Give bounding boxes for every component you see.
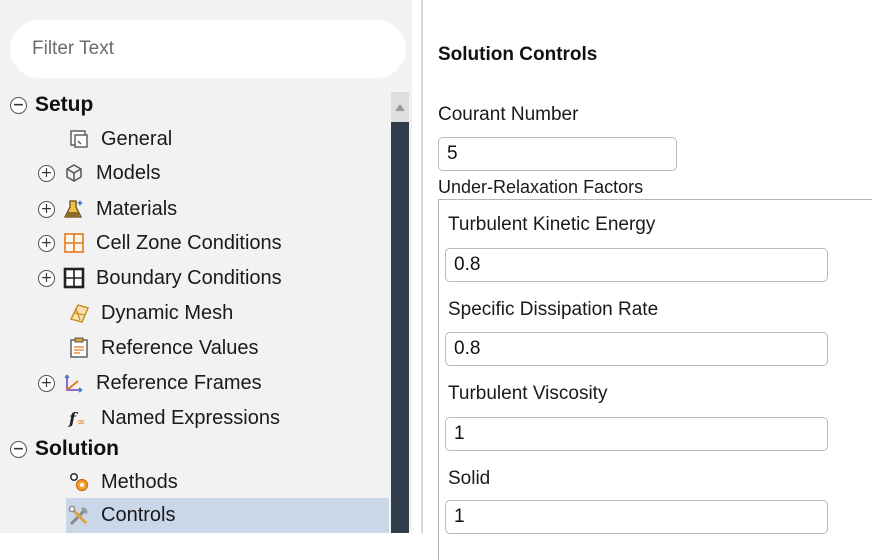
tree-item-named-expressions[interactable]: f ∞ Named Expressions	[68, 401, 280, 435]
tree-item-models[interactable]: + Models	[38, 156, 160, 190]
solid-field[interactable]	[445, 500, 828, 534]
tree-item-boundary-conditions[interactable]: + Boundary Conditions	[38, 261, 282, 295]
tree-item-general[interactable]: General	[68, 122, 172, 156]
expand-icon[interactable]: +	[38, 164, 55, 182]
tree-item-dynamic-mesh[interactable]: Dynamic Mesh	[68, 296, 233, 330]
cell-zone-icon	[63, 232, 85, 254]
tree-item-label: Methods	[101, 470, 178, 493]
under-relaxation-factors-label: Under-Relaxation Factors	[438, 177, 644, 197]
tree-item-label: Named Expressions	[101, 406, 280, 429]
solution-controls-panel: Solution Controls Courant Number Under-R…	[424, 0, 872, 560]
tree-section-label: Solution	[35, 437, 119, 460]
specific-dissipation-rate-field[interactable]	[445, 332, 828, 366]
filter-text-input[interactable]	[10, 20, 406, 78]
general-icon	[68, 128, 90, 150]
turbulent-kinetic-energy-field[interactable]	[445, 248, 828, 282]
tree-item-cell-zone-conditions[interactable]: + Cell Zone Conditions	[38, 226, 282, 260]
scroll-up-icon	[395, 103, 405, 111]
tree-item-label: Controls	[101, 504, 176, 526]
courant-number-field[interactable]	[438, 137, 677, 171]
svg-text:∞: ∞	[77, 417, 85, 428]
collapse-icon[interactable]: −	[10, 96, 27, 114]
expand-icon[interactable]: +	[38, 374, 55, 392]
tree-section-solution[interactable]: − Solution	[10, 432, 119, 466]
turbulent-kinetic-energy-label: Turbulent Kinetic Energy	[448, 214, 656, 235]
methods-icon	[68, 471, 90, 493]
expand-icon[interactable]: +	[38, 269, 55, 287]
courant-number-label: Courant Number	[438, 104, 579, 125]
tree-item-materials[interactable]: + Materials	[38, 192, 177, 226]
models-icon	[63, 162, 85, 184]
reference-values-icon	[68, 337, 90, 359]
tree-section-label: Setup	[35, 93, 94, 116]
tree-section-setup[interactable]: − Setup	[10, 88, 93, 122]
tree-item-reference-values[interactable]: Reference Values	[68, 331, 259, 365]
boundary-icon	[63, 267, 85, 289]
tree-item-label: Dynamic Mesh	[101, 301, 234, 324]
reference-frames-icon	[63, 372, 85, 394]
turbulent-viscosity-field[interactable]	[445, 417, 828, 451]
dynamic-mesh-icon	[68, 302, 90, 324]
expand-icon[interactable]: +	[38, 234, 55, 252]
tree-item-label: Reference Values	[101, 336, 259, 359]
scroll-up-arrow[interactable]	[391, 92, 409, 122]
collapse-icon[interactable]: −	[10, 440, 27, 458]
panel-divider[interactable]	[421, 0, 423, 533]
tree-item-label: Materials	[96, 197, 178, 220]
named-expressions-icon: f ∞	[68, 407, 90, 429]
tree-item-label: Cell Zone Conditions	[96, 231, 282, 254]
tree-item-label: Models	[96, 161, 161, 184]
tree-item-label: Reference Frames	[96, 371, 262, 394]
tree-item-methods[interactable]: Methods	[68, 465, 178, 499]
turbulent-viscosity-label: Turbulent Viscosity	[448, 383, 608, 404]
scrollbar-thumb[interactable]	[391, 122, 409, 533]
outline-tree-panel: − Setup General + Models + Materials + C…	[0, 0, 412, 533]
panel-title: Solution Controls	[438, 44, 598, 65]
tree-item-label: General	[101, 127, 173, 150]
materials-icon	[63, 198, 85, 220]
tree-item-reference-frames[interactable]: + Reference Frames	[38, 366, 262, 400]
tree-item-controls[interactable]: Controls	[66, 498, 389, 533]
tree-item-label: Boundary Conditions	[96, 266, 282, 289]
solid-label: Solid	[448, 468, 491, 489]
expand-icon[interactable]: +	[38, 200, 55, 218]
specific-dissipation-rate-label: Specific Dissipation Rate	[448, 299, 659, 320]
controls-icon	[68, 505, 90, 527]
